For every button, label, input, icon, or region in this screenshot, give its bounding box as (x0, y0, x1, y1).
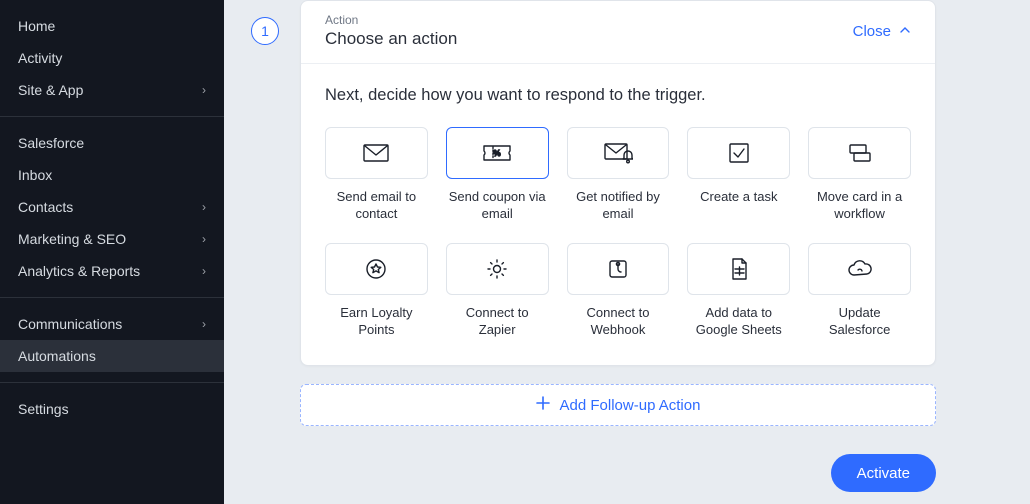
sidebar-item-activity[interactable]: Activity (0, 42, 224, 74)
action-label: Move card in a workflow (808, 189, 911, 223)
sidebar-divider (0, 382, 224, 383)
sidebar-item-label: Inbox (18, 167, 52, 183)
action-label: Connect to Webhook (567, 305, 670, 339)
action-label: Send email to contact (325, 189, 428, 223)
coupon-icon: % (482, 143, 512, 163)
sidebar-item-label: Site & App (18, 82, 83, 98)
sidebar-item-analytics-reports[interactable]: Analytics & Reports › (0, 255, 224, 287)
action-send-coupon[interactable]: % Send coupon via email (446, 127, 549, 223)
close-button[interactable]: Close (853, 23, 911, 40)
action-card (567, 243, 670, 295)
action-label: Add data to Google Sheets (687, 305, 790, 339)
chevron-right-icon: › (202, 317, 206, 331)
cards-icon (847, 142, 873, 164)
chevron-right-icon: › (202, 232, 206, 246)
sidebar-item-label: Activity (18, 50, 62, 66)
sidebar-item-label: Analytics & Reports (18, 263, 140, 279)
sidebar-item-label: Home (18, 18, 55, 34)
add-followup-label: Add Follow-up Action (560, 397, 701, 414)
action-label: Connect to Zapier (446, 305, 549, 339)
chevron-right-icon: › (202, 200, 206, 214)
chevron-right-icon: › (202, 83, 206, 97)
chevron-up-icon (899, 23, 911, 40)
step-badge: 1 (251, 17, 279, 45)
action-panel: 1 Action Choose an action Close Next, de… (300, 0, 936, 366)
sidebar-item-marketing-seo[interactable]: Marketing & SEO › (0, 223, 224, 255)
sidebar-item-label: Communications (18, 316, 122, 332)
action-label: Get notified by email (567, 189, 670, 223)
sidebar-item-settings[interactable]: Settings (0, 393, 224, 425)
sidebar-item-label: Contacts (18, 199, 73, 215)
add-followup-button[interactable]: Add Follow-up Action (300, 384, 936, 426)
sidebar-item-site-app[interactable]: Site & App › (0, 74, 224, 106)
action-card (687, 127, 790, 179)
star-circle-icon (364, 257, 388, 281)
action-card: % (446, 127, 549, 179)
action-grid: Send email to contact% Send coupon via em… (325, 127, 911, 339)
activate-label: Activate (857, 465, 910, 482)
close-label: Close (853, 23, 891, 40)
chevron-right-icon: › (202, 264, 206, 278)
action-update-salesforce[interactable]: Update Salesforce (808, 243, 911, 339)
sidebar-item-label: Marketing & SEO (18, 231, 126, 247)
plus-icon (536, 396, 550, 414)
action-card (808, 243, 911, 295)
sidebar-item-automations[interactable]: Automations (0, 340, 224, 372)
prompt-text: Next, decide how you want to respond to … (325, 86, 911, 105)
gear-icon (485, 257, 509, 281)
sidebar-item-inbox[interactable]: Inbox (0, 159, 224, 191)
action-connect-zapier[interactable]: Connect to Zapier (446, 243, 549, 339)
sidebar: Home Activity Site & App › Salesforce Inbox Co… (0, 0, 224, 504)
sheet-icon (729, 257, 749, 281)
action-card (687, 243, 790, 295)
action-label: Send coupon via email (446, 189, 549, 223)
sidebar-item-communications[interactable]: Communications › (0, 308, 224, 340)
panel-body: Next, decide how you want to respond to … (301, 64, 935, 365)
panel-title: Choose an action (325, 29, 457, 49)
panel-subhead: Action (325, 13, 457, 27)
sidebar-item-salesforce[interactable]: Salesforce (0, 127, 224, 159)
cloud-icon (846, 259, 874, 279)
action-label: Earn Loyalty Points (325, 305, 428, 339)
sidebar-item-contacts[interactable]: Contacts › (0, 191, 224, 223)
action-connect-webhook[interactable]: Connect to Webhook (567, 243, 670, 339)
envelope-bell-icon (603, 141, 633, 165)
panel-header: Action Choose an action Close (301, 1, 935, 64)
main-area: 1 Action Choose an action Close Next, de… (224, 0, 1030, 504)
action-label: Create a task (687, 189, 790, 206)
action-move-card[interactable]: Move card in a workflow (808, 127, 911, 223)
action-card (325, 127, 428, 179)
sidebar-item-home[interactable]: Home (0, 10, 224, 42)
action-google-sheets[interactable]: Add data to Google Sheets (687, 243, 790, 339)
check-square-icon (728, 142, 750, 164)
action-label: Update Salesforce (808, 305, 911, 339)
svg-text:%: % (494, 149, 501, 158)
action-get-notified[interactable]: Get notified by email (567, 127, 670, 223)
sidebar-divider (0, 297, 224, 298)
activate-button[interactable]: Activate (831, 454, 936, 492)
sidebar-item-label: Settings (18, 401, 69, 417)
action-earn-loyalty[interactable]: Earn Loyalty Points (325, 243, 428, 339)
action-card (325, 243, 428, 295)
sidebar-divider (0, 116, 224, 117)
action-card (808, 127, 911, 179)
webhook-icon (607, 258, 629, 280)
envelope-icon (362, 142, 390, 164)
action-card (446, 243, 549, 295)
action-card (567, 127, 670, 179)
action-create-task[interactable]: Create a task (687, 127, 790, 223)
sidebar-item-label: Salesforce (18, 135, 84, 151)
action-send-email-contact[interactable]: Send email to contact (325, 127, 428, 223)
sidebar-item-label: Automations (18, 348, 96, 364)
